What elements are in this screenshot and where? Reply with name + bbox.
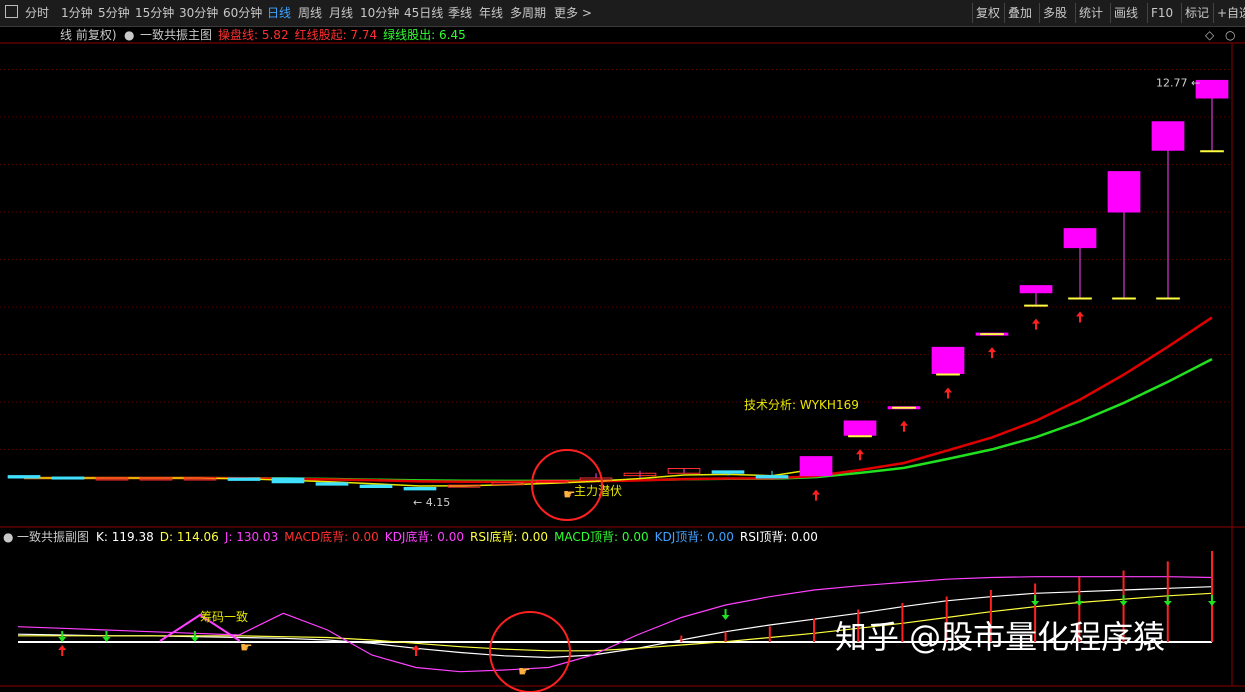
candle-body [271,477,305,484]
main-force-label: 主力潜伏 [574,484,622,498]
sell-arrow-icon [1208,595,1216,606]
candle-body [711,470,745,474]
sell-arrow-icon [1075,595,1084,606]
high-price-label: 12.77 ← [1156,76,1200,89]
candle-body [1151,121,1185,151]
candle-body [1195,79,1229,99]
tech-analysis-label: 技术分析: WYKH169 [744,398,859,412]
buy-arrow-icon [412,645,420,656]
sell-arrow-icon [1163,595,1172,606]
hand-pointer-icon: ☛ [518,664,531,680]
hand-pointer-icon: ☛ [563,487,576,503]
buy-arrow-icon [812,489,820,501]
highlight-circle-sub [489,611,571,692]
candle-body [579,477,613,481]
watermark-text: 知乎 @股市量化程序猿 [835,618,1166,656]
candle-body [931,346,965,374]
low-price-label: ← 4.15 [413,496,450,509]
buy-arrow-icon [988,347,996,359]
candle-body [51,476,85,480]
buy-arrow-icon [900,420,908,432]
candle-body [799,456,833,477]
sell-arrow-icon [1119,595,1128,606]
candle-body [227,477,261,481]
candle-body [7,475,41,479]
chip-consistent-label: 筹码一致 [200,610,248,624]
candle-body [755,475,789,479]
buy-arrow-icon [58,645,67,656]
sell-arrow-icon [721,609,730,620]
candle-body [315,482,349,486]
buy-arrow-icon [856,449,864,461]
ma-red-line [24,316,1213,484]
ma-green-line [24,357,1213,483]
sell-arrow-icon [1031,595,1040,606]
price-chart[interactable]: 12.77 ←← 4.15技术分析: WYKH169主力潜伏☛筹码一致☛☛ [0,0,1245,692]
candle-body [1063,228,1097,249]
candle-body [359,484,393,488]
buy-arrow-icon [1076,311,1084,323]
buy-arrow-icon [1032,318,1040,330]
sell-arrow-icon [58,631,67,642]
buy-arrow-icon [944,387,952,399]
candle-body [403,487,437,491]
candle-body [843,420,877,436]
sell-arrow-icon [102,631,111,642]
candle-body [1019,285,1053,294]
candle-body [1107,171,1141,213]
hand-pointer-icon: ☛ [240,640,253,656]
